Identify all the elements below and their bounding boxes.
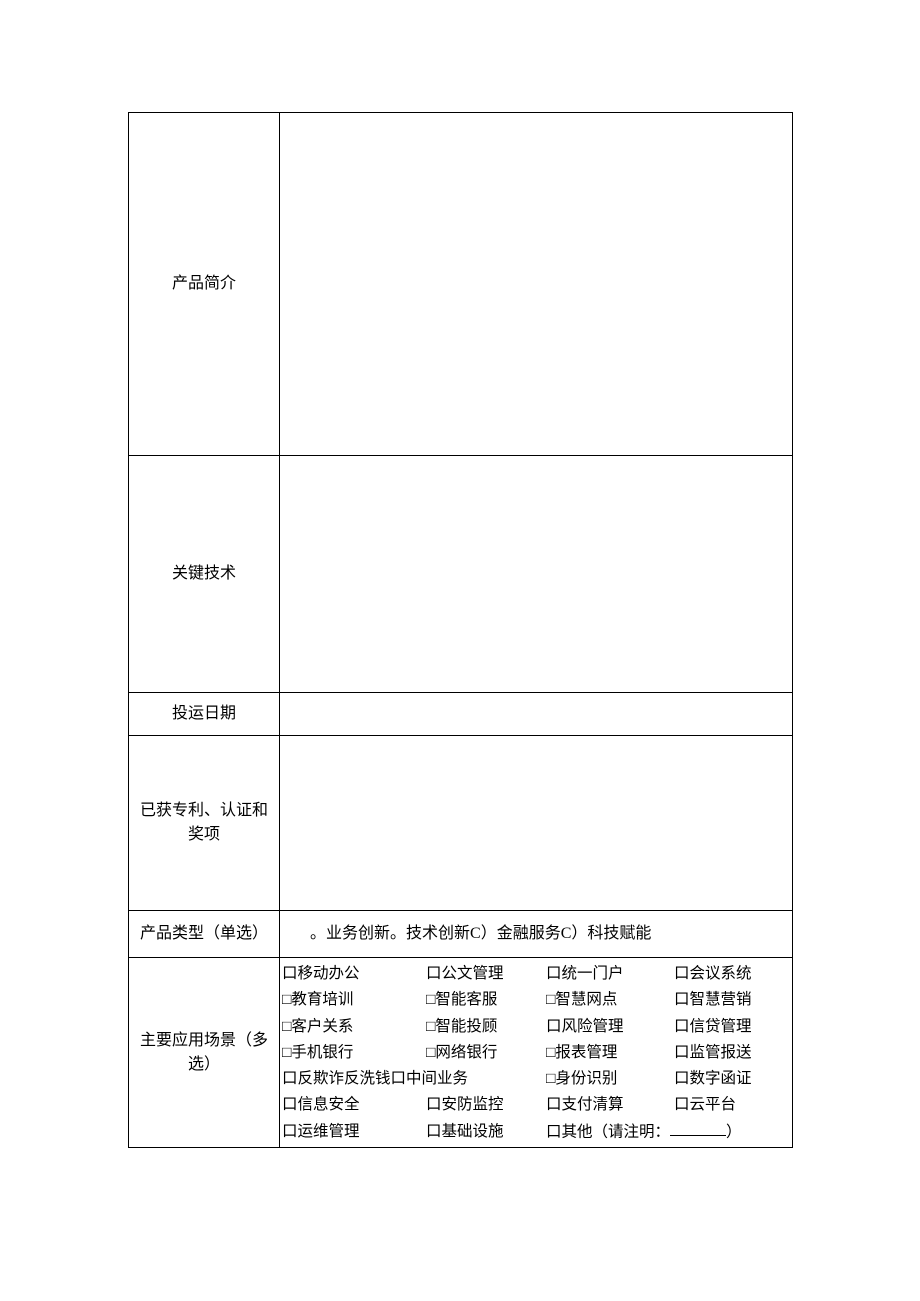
scene-row: □客户关系 □智能投顾 口风险管理 口信贷管理 bbox=[282, 1015, 786, 1038]
application-scenes-grid: 口移动办公 口公文管理 口统一门户 口会议系统 □教育培训 □智能客服 □智慧网… bbox=[280, 958, 793, 1148]
scene-row: 口运维管理 口基础设施 口其他（请注明： ） bbox=[282, 1120, 786, 1144]
checkbox-digital-cert[interactable]: 口数字函证 bbox=[674, 1067, 786, 1090]
checkbox-mobile-banking[interactable]: □手机银行 bbox=[282, 1041, 426, 1064]
checkbox-mobile-office[interactable]: 口移动办公 bbox=[282, 962, 426, 985]
radio-financial-service[interactable]: C）金融服务 bbox=[470, 925, 561, 942]
label-operation-date: 投运日期 bbox=[129, 693, 280, 736]
scene-row: 口信息安全 口安防监控 口支付清算 口云平台 bbox=[282, 1093, 786, 1116]
checkbox-smart-service[interactable]: □智能客服 bbox=[426, 988, 546, 1011]
label-patents: 已获专利、认证和奖项 bbox=[129, 736, 280, 911]
label-application-scenes: 主要应用场景（多选） bbox=[129, 958, 280, 1148]
checkbox-other[interactable]: 口其他（请注明： ） bbox=[546, 1120, 786, 1144]
input-product-intro[interactable] bbox=[280, 113, 793, 456]
row-operation-date: 投运日期 bbox=[129, 693, 793, 736]
product-type-options: 。业务创新。技术创新C）金融服务C）科技赋能 bbox=[280, 911, 793, 958]
row-application-scenes: 主要应用场景（多选） 口移动办公 口公文管理 口统一门户 口会议系统 □教育培训… bbox=[129, 958, 793, 1148]
label-key-tech: 关键技术 bbox=[129, 456, 280, 693]
input-patents[interactable] bbox=[280, 736, 793, 911]
row-key-tech: 关键技术 bbox=[129, 456, 793, 693]
checkbox-other-close: ） bbox=[726, 1123, 742, 1140]
radio-tech-empower[interactable]: C）科技赋能 bbox=[561, 925, 652, 942]
checkbox-smart-advisor[interactable]: □智能投顾 bbox=[426, 1015, 546, 1038]
checkbox-document-mgmt[interactable]: 口公文管理 bbox=[426, 962, 546, 985]
checkbox-regulatory-report[interactable]: 口监管报送 bbox=[674, 1041, 786, 1064]
checkbox-risk-mgmt[interactable]: 口风险管理 bbox=[546, 1015, 674, 1038]
checkbox-other-label: 口其他（请注明： bbox=[546, 1123, 670, 1140]
checkbox-infrastructure[interactable]: 口基础设施 bbox=[426, 1120, 546, 1144]
scene-row: □教育培训 □智能客服 □智慧网点 口智慧营销 bbox=[282, 988, 786, 1011]
checkbox-ops-mgmt[interactable]: 口运维管理 bbox=[282, 1120, 426, 1144]
label-product-type: 产品类型（单选） bbox=[129, 911, 280, 958]
row-product-intro: 产品简介 bbox=[129, 113, 793, 456]
input-key-tech[interactable] bbox=[280, 456, 793, 693]
form-table: 产品简介 关键技术 投运日期 已获专利、认证和奖项 产品类型（单选） 。业务创新… bbox=[128, 112, 793, 1148]
scene-row: □手机银行 □网络银行 □报表管理 口监管报送 bbox=[282, 1041, 786, 1064]
checkbox-meeting-system[interactable]: 口会议系统 bbox=[674, 962, 786, 985]
scene-row: 口反欺诈反洗钱口中间业务 □身份识别 口数字函证 bbox=[282, 1067, 786, 1090]
checkbox-identity[interactable]: □身份识别 bbox=[546, 1067, 674, 1090]
checkbox-security-monitor[interactable]: 口安防监控 bbox=[426, 1093, 546, 1116]
checkbox-payment-settlement[interactable]: 口支付清算 bbox=[546, 1093, 674, 1116]
checkbox-report-mgmt[interactable]: □报表管理 bbox=[546, 1041, 674, 1064]
checkbox-antifraud-aml-mid[interactable]: 口反欺诈反洗钱口中间业务 bbox=[282, 1067, 546, 1090]
checkbox-smart-branch[interactable]: □智慧网点 bbox=[546, 988, 674, 1011]
checkbox-smart-marketing[interactable]: 口智慧营销 bbox=[674, 988, 786, 1011]
input-operation-date[interactable] bbox=[280, 693, 793, 736]
checkbox-education-training[interactable]: □教育培训 bbox=[282, 988, 426, 1011]
label-product-intro: 产品简介 bbox=[129, 113, 280, 456]
scene-row: 口移动办公 口公文管理 口统一门户 口会议系统 bbox=[282, 962, 786, 985]
row-patents: 已获专利、认证和奖项 bbox=[129, 736, 793, 911]
other-input-line[interactable] bbox=[670, 1120, 726, 1137]
form-table-container: 产品简介 关键技术 投运日期 已获专利、认证和奖项 产品类型（单选） 。业务创新… bbox=[128, 112, 793, 1148]
radio-business-innovation[interactable]: 。业务创新 bbox=[310, 925, 390, 942]
radio-tech-innovation[interactable]: 。技术创新 bbox=[390, 925, 470, 942]
checkbox-customer-relation[interactable]: □客户关系 bbox=[282, 1015, 426, 1038]
checkbox-unified-portal[interactable]: 口统一门户 bbox=[546, 962, 674, 985]
checkbox-cloud-platform[interactable]: 口云平台 bbox=[674, 1093, 786, 1116]
checkbox-credit-mgmt[interactable]: 口信贷管理 bbox=[674, 1015, 786, 1038]
row-product-type: 产品类型（单选） 。业务创新。技术创新C）金融服务C）科技赋能 bbox=[129, 911, 793, 958]
checkbox-online-banking[interactable]: □网络银行 bbox=[426, 1041, 546, 1064]
checkbox-info-security[interactable]: 口信息安全 bbox=[282, 1093, 426, 1116]
